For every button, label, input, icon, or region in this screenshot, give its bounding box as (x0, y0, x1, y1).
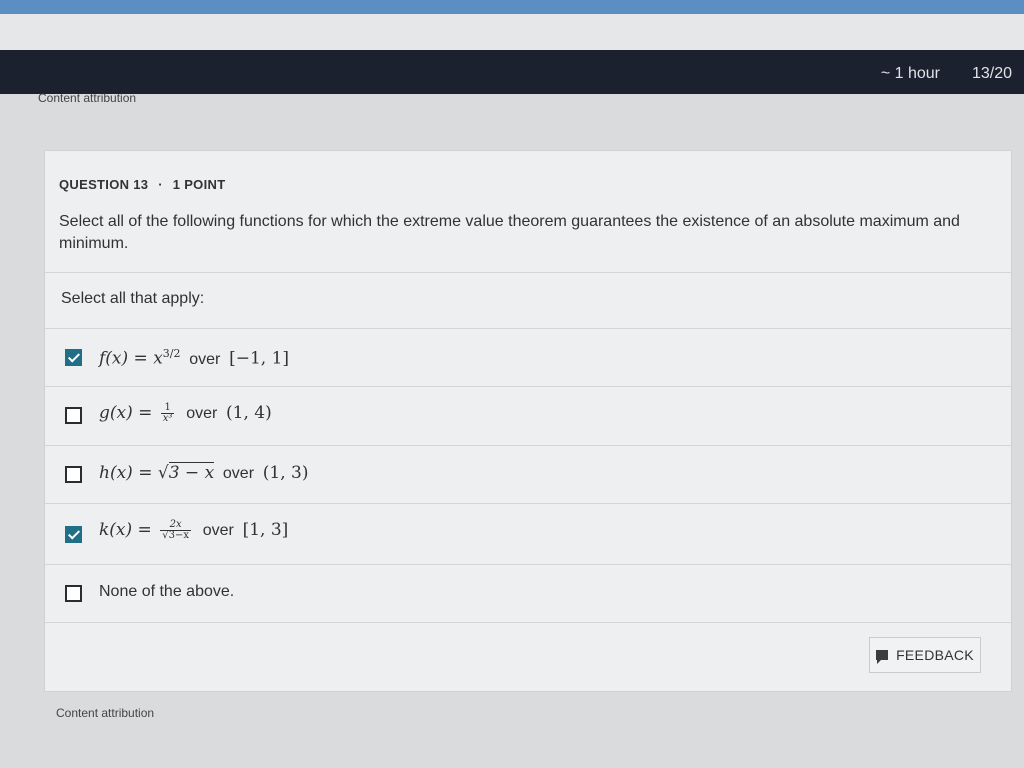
checkbox-icon[interactable] (65, 526, 82, 543)
comment-icon (876, 650, 889, 664)
browser-top-strip (0, 0, 1024, 14)
option-over: over (202, 522, 234, 539)
option-over: over (222, 465, 255, 482)
divider (45, 622, 1011, 623)
option-interval: [−1, 1] (229, 348, 290, 369)
checkbox-icon[interactable] (65, 349, 82, 366)
feedback-button[interactable]: FEEDBACK (869, 637, 981, 673)
option-over: over (186, 405, 218, 422)
content-attribution-link[interactable]: Content attribution (56, 706, 154, 720)
option-label: h(x) = √3 − x over (1, 3) (99, 462, 309, 483)
answer-option-g[interactable]: g(x) = 1 x³ over (1, 4) (45, 387, 1011, 445)
quiz-header-bar: ~ 1 hour 13/20 (0, 50, 1024, 94)
checkbox-icon[interactable] (65, 407, 82, 424)
radical-sign: √ (157, 463, 169, 483)
question-points: 1 POINT (172, 177, 226, 192)
question-progress: 13/20 (971, 65, 1012, 82)
option-lhs: k(x) = (99, 520, 158, 540)
option-label: k(x) = 2x √3−x over [1, 3] (99, 520, 288, 541)
fraction-denominator: x³ (162, 413, 173, 425)
checkbox-icon[interactable] (65, 585, 82, 602)
checkbox-icon[interactable] (65, 466, 82, 483)
content-attribution-link[interactable]: Content attribution (38, 91, 136, 105)
answer-option-f[interactable]: f(x) = x3/2 over [−1, 1] (45, 329, 1011, 387)
divider (45, 272, 1011, 273)
option-lhs: f(x) = x (99, 348, 163, 369)
option-fraction: 2x √3−x (160, 520, 191, 541)
option-label: None of the above. (99, 583, 235, 600)
option-interval: (1, 4) (226, 403, 272, 423)
option-fraction: 1 x³ (160, 403, 175, 425)
option-interval: (1, 3) (262, 463, 309, 483)
question-text: Select all of the following functions fo… (59, 213, 960, 252)
question-header: QUESTION 13 · 1 POINT (59, 177, 225, 192)
answer-option-h[interactable]: h(x) = √3 − x over (1, 3) (45, 446, 1011, 504)
radicand: 3 − x (168, 462, 215, 483)
option-exponent: 3/2 (162, 347, 181, 360)
header-separator: · (158, 177, 163, 192)
feedback-label: FEEDBACK (896, 647, 974, 663)
answer-option-k[interactable]: k(x) = 2x √3−x over [1, 3] (45, 504, 1011, 562)
timer: ~ 1 hour (880, 65, 940, 82)
option-interval: [1, 3] (242, 520, 289, 540)
answer-option-none[interactable]: None of the above. (45, 565, 1011, 623)
option-lhs: g(x) = (99, 403, 158, 423)
question-card: QUESTION 13 · 1 POINT Select all of the … (44, 150, 1012, 692)
fraction-denominator: √3−x (162, 530, 189, 542)
option-lhs: h(x) = (99, 463, 158, 483)
option-label: f(x) = x3/2 over [−1, 1] (99, 347, 289, 369)
option-label: g(x) = 1 x³ over (1, 4) (99, 403, 272, 424)
question-number: QUESTION 13 (59, 177, 149, 192)
browser-area (0, 14, 1024, 50)
option-over: over (189, 350, 221, 368)
select-instruction: Select all that apply: (61, 290, 205, 307)
